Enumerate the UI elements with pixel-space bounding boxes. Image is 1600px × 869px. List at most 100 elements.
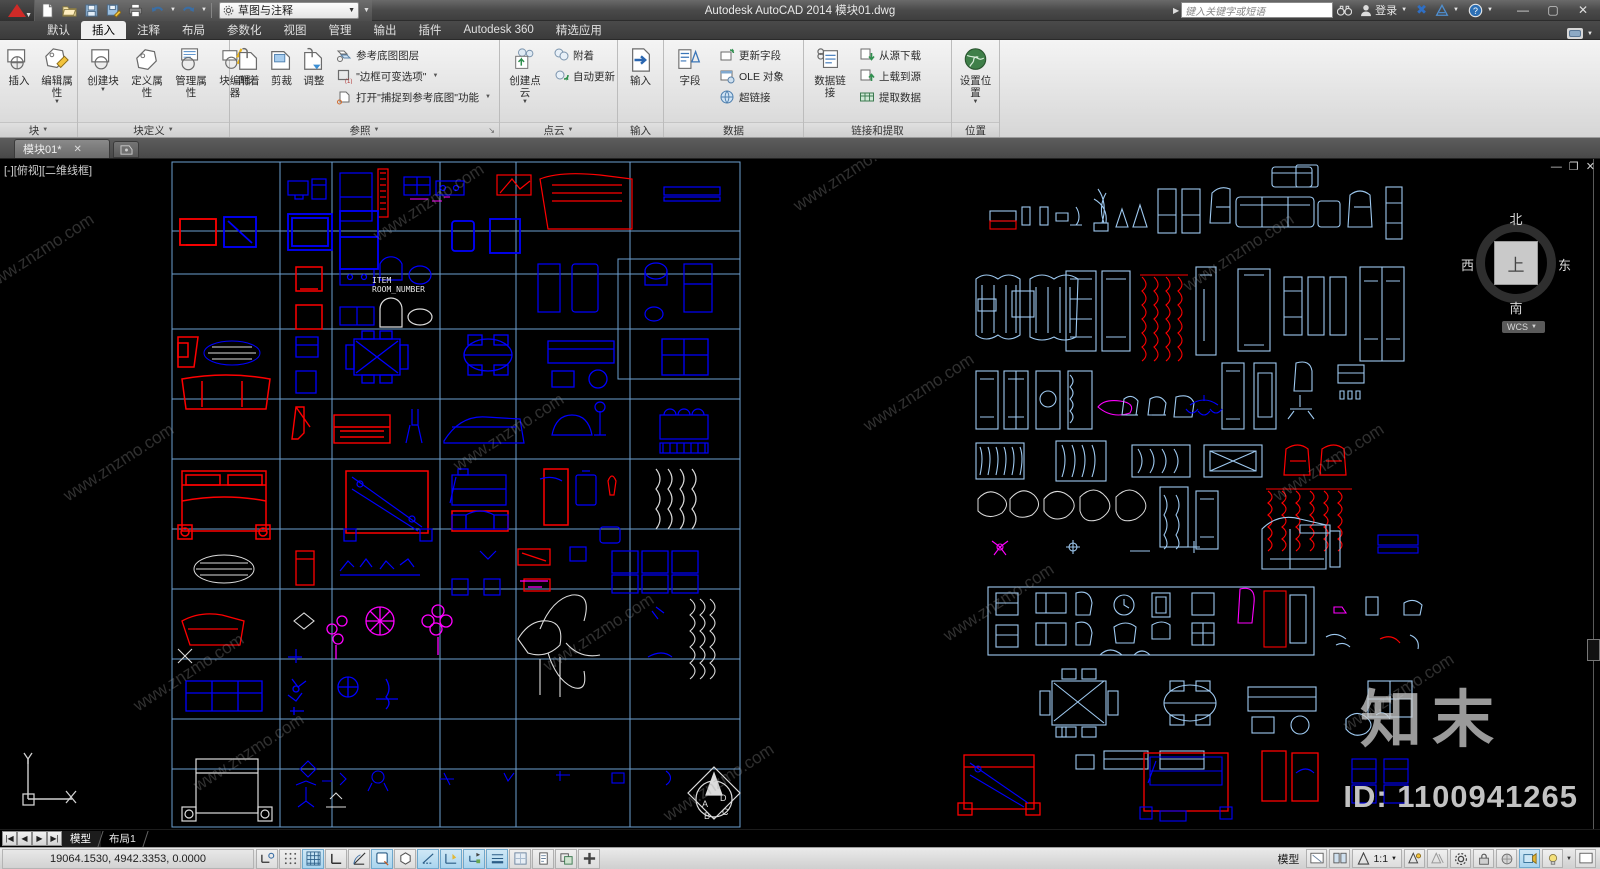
next-layout-icon[interactable]: ▶ [32,831,47,846]
tab-layout[interactable]: 布局 [171,21,216,39]
tab-addins[interactable]: 插件 [408,21,453,39]
panel-label-point-cloud[interactable]: 点云 ▼ [500,122,617,137]
help-button[interactable]: ? ▼ [1464,0,1498,21]
chevron-down-icon[interactable]: ▼ [433,73,439,79]
dialog-launcher-icon[interactable]: ↘ [488,126,495,135]
ribbon-display-options-icon[interactable] [1567,28,1583,39]
chevron-down-icon[interactable]: ▼ [374,127,380,133]
coordinate-display[interactable]: 19064.1530, 4942.3353, 0.0000 [2,848,254,869]
scrollbar-thumb[interactable] [1587,639,1600,661]
ortho-mode-toggle[interactable] [325,848,347,869]
search-input[interactable]: 键入关键字或短语 [1181,2,1334,18]
define-attribute-button[interactable]: 定义属性 [126,43,168,101]
chevron-down-icon[interactable]: ▼ [25,12,32,19]
chevron-down-icon[interactable]: ▼ [1486,7,1494,13]
tab-insert[interactable]: 插入 [81,21,126,39]
add-status-button-toggle[interactable] [578,848,600,869]
clip-reference-button[interactable]: 剪裁 [266,43,296,89]
wcs-selector[interactable]: WCS ▼ [1502,321,1545,333]
viewport-label[interactable]: [-][俯视][二维线框] [4,162,92,178]
adjust-reference-button[interactable]: 调整 [299,43,329,89]
tab-manage[interactable]: 管理 [318,21,363,39]
autodesk-account-button[interactable]: ▼ [1431,0,1464,21]
panel-label-reference[interactable]: 参照 ▼ ↘ [230,122,499,137]
chevron-down-icon[interactable]: ▼ [1531,324,1537,330]
open-folder-icon[interactable] [59,1,80,20]
set-location-button[interactable]: 设置位置 ▼ [955,43,997,107]
redo-dropdown-caret-icon[interactable]: ▼ [200,7,208,13]
attach-point-cloud-button[interactable]: 附着 [548,45,619,65]
maximize-icon[interactable]: ▢ [1538,0,1568,21]
grid-display-toggle[interactable] [302,848,324,869]
application-menu-button[interactable]: ▼ [0,0,34,21]
layout-tab-layout1[interactable]: 布局1 [101,830,149,847]
exchange-apps-button[interactable]: ✖ [1412,0,1431,21]
download-from-source-button[interactable]: 从源下载 [854,45,925,65]
space-label[interactable]: 模型 [1272,851,1304,867]
chevron-down-icon[interactable]: ▼ [1452,7,1460,13]
tab-annotate[interactable]: 注释 [126,21,171,39]
3d-object-snap-toggle[interactable] [394,848,416,869]
tab-parametric[interactable]: 参数化 [216,21,273,39]
view-cube-top-face[interactable]: 上 [1494,241,1538,285]
sign-in-button[interactable]: 登录 ▼ [1356,0,1412,21]
search-button[interactable] [1333,0,1356,21]
update-field-button[interactable]: 更新字段 [714,45,788,65]
field-button[interactable]: 字段 [668,43,712,89]
quick-properties-toggle[interactable] [532,848,554,869]
polar-tracking-toggle[interactable] [348,848,370,869]
vertical-scrollbar[interactable] [1586,159,1600,829]
tab-featured-apps[interactable]: 精选应用 [545,21,613,39]
chevron-down-icon[interactable]: ▼ [1586,31,1594,37]
dynamic-ucs-toggle[interactable] [440,848,462,869]
search-expand-icon[interactable]: ▶ [1173,6,1179,15]
chevron-down-icon[interactable]: ▼ [485,94,491,100]
drawing-canvas[interactable]: [-][俯视][二维线框] — ❐ ✕ ITEM ROOM_NUMBER A D… [0,159,1600,829]
insert-block-button[interactable]: 插入 [4,43,34,89]
frame-options-button[interactable]: (1) "边框可变选项" ▼ [331,66,495,86]
view-cube-west-label[interactable]: 西 [1461,255,1474,274]
tab-default[interactable]: 默认 [36,21,81,39]
auto-add-scale-icon[interactable] [1427,849,1448,868]
quick-view-layouts-icon[interactable] [1306,849,1328,868]
panel-label-block-definition[interactable]: 块定义 ▼ [78,122,229,137]
chevron-down-icon[interactable]: ▼ [348,7,355,14]
save-as-icon[interactable] [103,1,124,20]
data-link-button[interactable]: 数据链接 [808,43,852,101]
object-snap-tracking-toggle[interactable] [417,848,439,869]
first-layout-icon[interactable]: |◀ [2,831,17,846]
quick-view-drawings-icon[interactable] [1329,849,1351,868]
minimize-icon[interactable]: — [1508,0,1538,21]
close-icon[interactable]: ✕ [1586,162,1595,173]
scrollbar-track[interactable] [1593,159,1594,829]
view-cube-north-label[interactable]: 北 [1460,209,1572,228]
layout-tab-model[interactable]: 模型 [62,830,104,847]
infer-constraints-toggle[interactable] [256,848,278,869]
redo-arrow-icon[interactable] [178,1,199,20]
workspace-overflow-caret-icon[interactable]: ▼ [363,7,370,14]
chevron-down-icon[interactable]: ▼ [168,127,174,133]
chevron-down-icon[interactable]: ▼ [1565,856,1573,862]
maximize-icon[interactable]: ❐ [1569,162,1579,173]
panel-label-import[interactable]: 输入 [618,122,663,137]
chevron-down-icon[interactable]: ▼ [100,87,106,93]
panel-label-link-extract[interactable]: 链接和提取 [804,122,951,137]
view-cube-east-label[interactable]: 东 [1558,255,1571,274]
toolbar-lock-icon[interactable] [1473,849,1494,868]
attach-reference-button[interactable]: 附着 [234,43,264,89]
transparency-toggle[interactable] [509,848,531,869]
import-button[interactable]: 输入 [622,43,659,89]
snap-to-underlay-button[interactable]: 打开"捕捉到参考底图"功能 ▼ [331,87,495,107]
file-tab-module01[interactable]: 模块01* ✕ [14,139,110,158]
chevron-down-icon[interactable]: ▼ [1400,7,1408,13]
undo-arrow-icon[interactable] [147,1,168,20]
clean-screen-icon[interactable] [1542,849,1563,868]
view-cube[interactable]: 上 北 南 西 东 [1460,207,1572,319]
panel-label-block[interactable]: 块 ▼ [0,122,77,137]
upload-to-source-button[interactable]: 上载到源 [854,66,925,86]
object-snap-toggle[interactable] [371,848,393,869]
close-icon[interactable]: ✕ [74,144,82,155]
create-point-cloud-button[interactable]: 创建点云 ▼ [504,43,546,107]
hyperlink-button[interactable]: 超链接 [714,87,788,107]
dynamic-input-toggle[interactable] [463,848,485,869]
